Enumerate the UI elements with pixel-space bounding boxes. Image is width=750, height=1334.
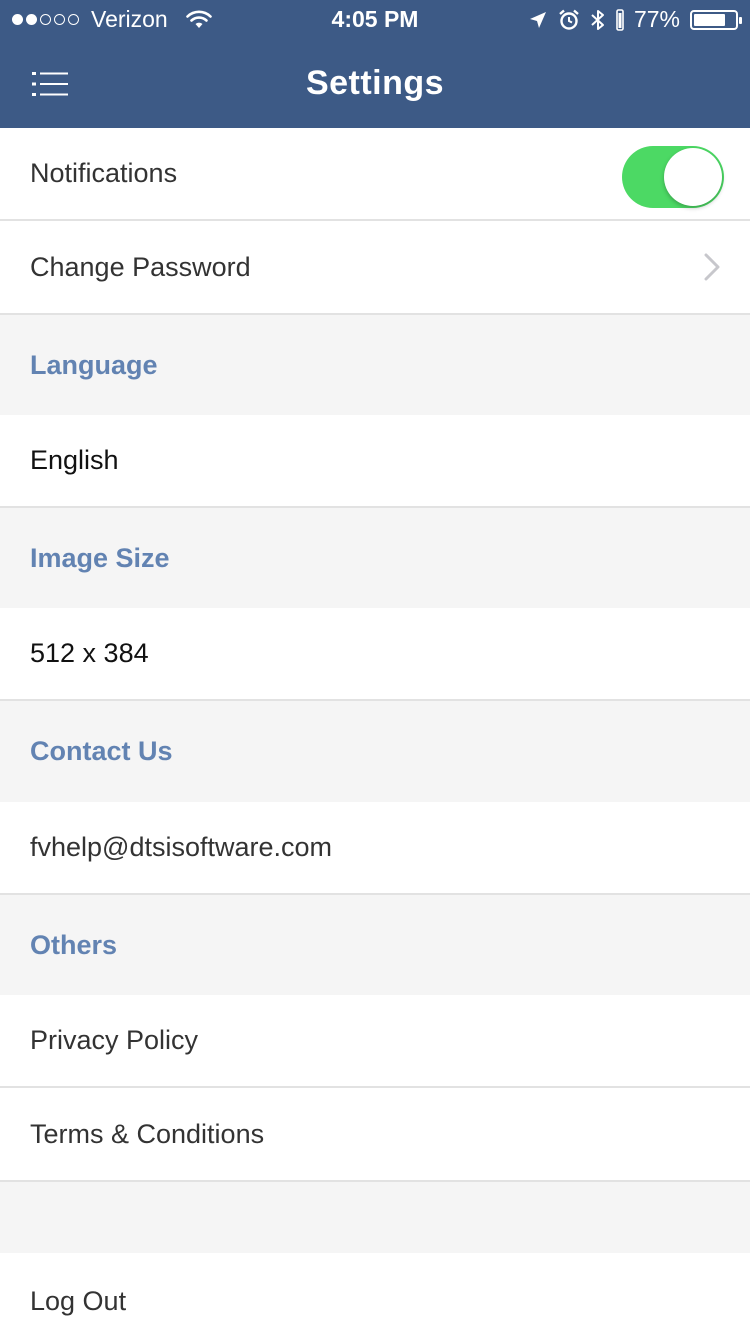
page-title: Settings [305,64,445,102]
notifications-row: Notifications [0,128,750,221]
section-header-others: Others [0,895,750,995]
privacy-policy-label: Privacy Policy [30,1025,199,1055]
nav-bar: Settings [0,40,750,128]
battery-icon [690,9,742,30]
privacy-policy-row[interactable]: Privacy Policy [0,995,750,1088]
terms-conditions-label: Terms & Conditions [30,1118,265,1149]
image-size-value: 512 x 384 [30,638,149,668]
notifications-label: Notifications [30,158,178,188]
notifications-toggle[interactable] [622,146,724,208]
bluetooth-icon [591,9,604,30]
log-out-row[interactable]: Log Out [0,1253,750,1334]
charging-indicator-icon [616,8,624,31]
section-header-image-size: Image Size [0,508,750,608]
battery-percent: 77% [633,6,680,32]
contact-email-link: fvhelp@dtsisoftware.com [30,832,333,862]
app-header: Verizon 4:05 PM 77% Settings [0,0,750,128]
contact-email-row[interactable]: fvhelp@dtsisoftware.com [0,802,750,895]
change-password-row[interactable]: Change Password [0,221,750,315]
image-size-value-row[interactable]: 512 x 384 [0,608,750,701]
terms-conditions-row[interactable]: Terms & Conditions [0,1088,750,1182]
status-bar: Verizon 4:05 PM 77% [0,0,750,40]
battery-level-fill [694,13,725,26]
section-header-contact-us: Contact Us [0,701,750,802]
section-header-language: Language [0,315,750,415]
status-right: 77% [528,6,742,33]
log-out-label: Log Out [30,1286,127,1316]
alarm-icon [559,9,579,30]
language-value-row[interactable]: English [0,415,750,508]
location-arrow-icon [529,11,546,28]
chevron-right-icon [704,253,720,281]
language-value: English [30,445,119,475]
change-password-label: Change Password [30,251,251,282]
toggle-knob [664,148,722,206]
section-spacer [0,1182,750,1253]
